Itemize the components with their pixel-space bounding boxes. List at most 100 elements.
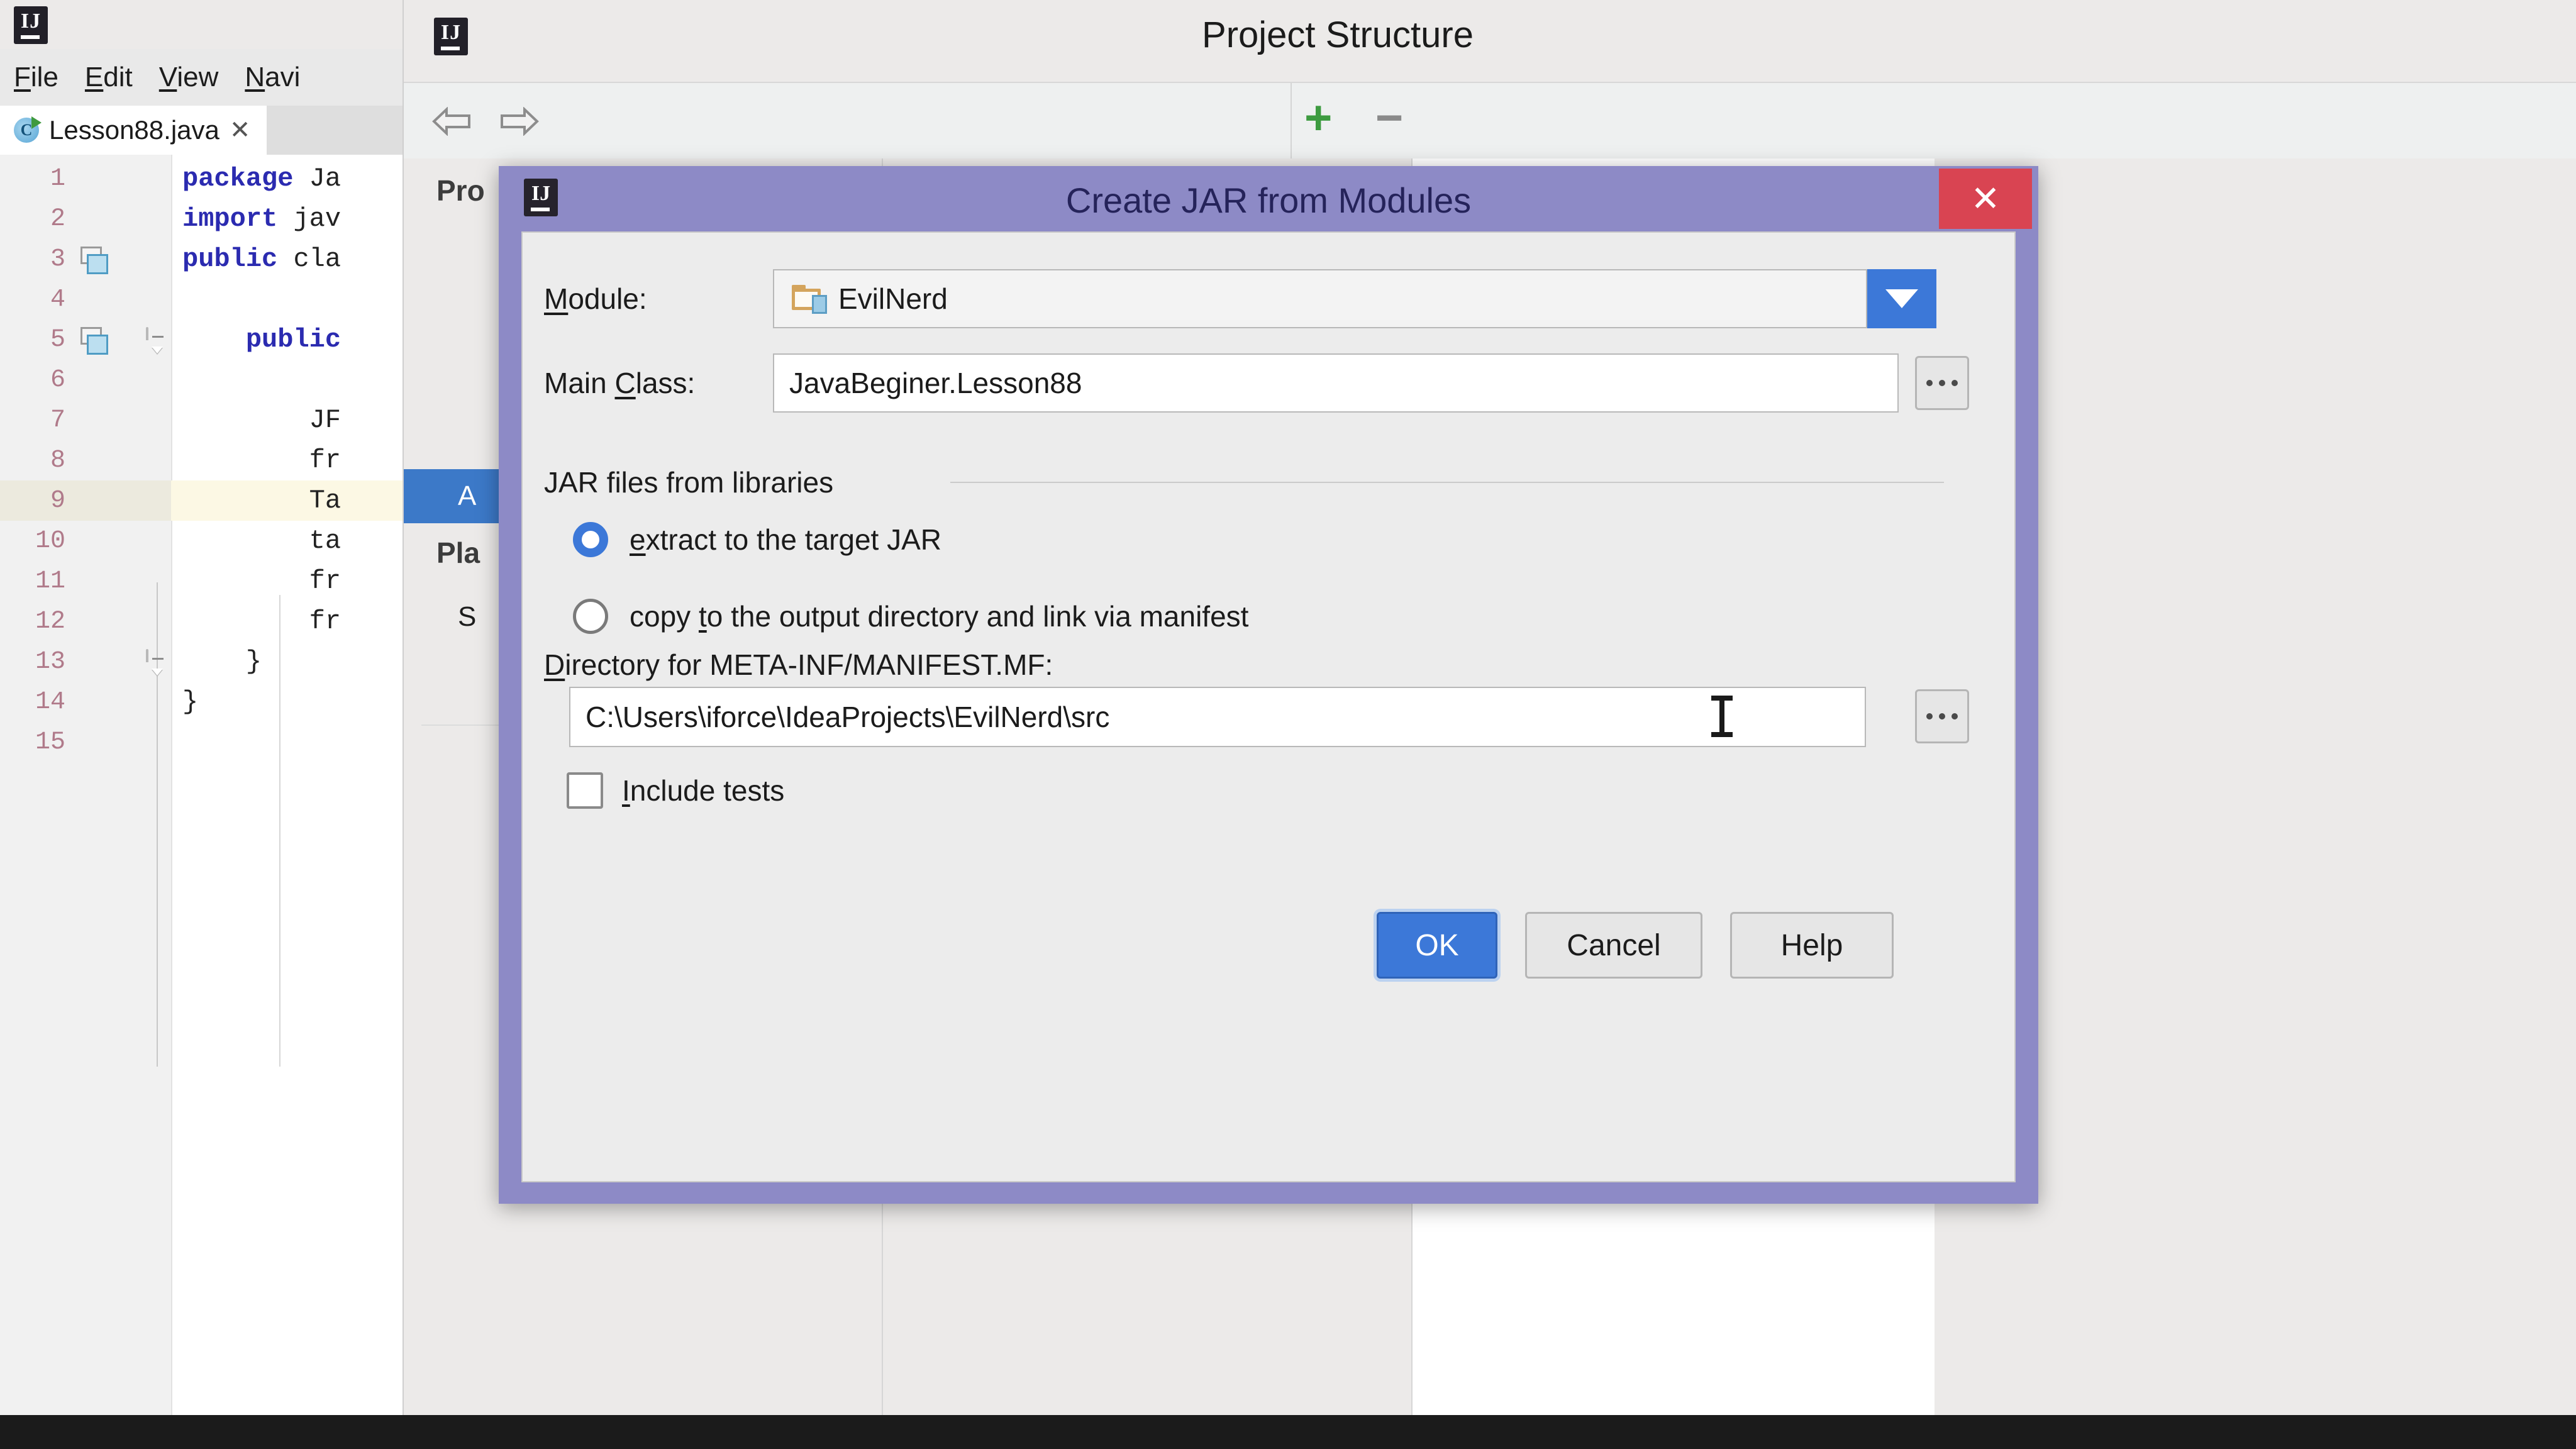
code-line: 15: [0, 722, 402, 762]
code-line: 12 fr: [0, 601, 402, 641]
ide-menu-bar: File Edit View Navi: [0, 49, 402, 106]
code-text: }: [182, 687, 198, 717]
class-marker-icon[interactable]: [80, 247, 107, 272]
include-tests-checkbox[interactable]: Include tests: [567, 772, 784, 809]
code-line: 14}: [0, 682, 402, 722]
code-line: 1 package Ja: [0, 158, 402, 199]
sidebar-group-platform-settings: Pla: [436, 536, 480, 570]
line-number: 5: [0, 319, 65, 360]
include-tests-label: Include tests: [622, 774, 784, 808]
radio-extract-to-target-jar[interactable]: extract to the target JAR: [573, 522, 941, 557]
dot: [1939, 713, 1945, 719]
code-line: 13 }: [0, 641, 402, 682]
radio-label: copy to the output directory and link vi…: [630, 599, 1248, 633]
code-line: 9 Ta: [0, 480, 402, 521]
ide-logo-bar: IJ: [0, 0, 402, 49]
add-artifact-button[interactable]: +: [1304, 94, 1332, 142]
intellij-logo-icon: IJ: [14, 6, 48, 44]
line-number: 12: [0, 601, 65, 641]
close-icon[interactable]: ✕: [230, 116, 251, 145]
dot: [1951, 713, 1958, 719]
manifest-directory-label: Directory for META-INF/MANIFEST.MF:: [544, 648, 1053, 682]
code-text: public cla: [182, 244, 341, 274]
line-number: 7: [0, 400, 65, 440]
remove-artifact-button[interactable]: −: [1375, 94, 1403, 142]
menu-item-edit[interactable]: Edit: [85, 62, 133, 93]
code-line: 5 public: [0, 319, 402, 360]
sidebar-group-project-settings: Pro: [436, 174, 485, 208]
sidebar-item-label: A: [458, 480, 476, 512]
line-number: 9: [0, 480, 65, 521]
line-number: 3: [0, 239, 65, 279]
code-line: 7 JF: [0, 400, 402, 440]
fold-collapse-icon[interactable]: [146, 650, 169, 673]
line-number: 14: [0, 682, 65, 722]
code-text: JF: [182, 405, 341, 435]
line-number: 4: [0, 279, 65, 319]
radio-copy-to-output-directory[interactable]: copy to the output directory and link vi…: [573, 599, 1248, 634]
code-line: 3 public cla: [0, 239, 402, 279]
code-text: public: [182, 325, 341, 355]
code-text: fr: [182, 445, 341, 475]
dot: [1951, 380, 1958, 386]
checkbox-indicator: [567, 772, 603, 809]
create-jar-dialog: IJ Create JAR from Modules ✕ Module: Evi…: [499, 166, 2038, 1204]
main-class-input[interactable]: JavaBeginer.Lesson88: [773, 353, 1899, 413]
ok-button[interactable]: OK: [1377, 912, 1497, 979]
line-number: 10: [0, 521, 65, 561]
screen-bottom-strip: [0, 1415, 2576, 1449]
code-text: ta: [182, 526, 341, 556]
editor-tab-bar: C Lesson88.java ✕: [0, 106, 402, 155]
project-structure-titlebar: IJ Project Structure: [404, 0, 2576, 83]
module-folder-icon: [792, 285, 824, 313]
project-structure-toolbar: [404, 83, 2576, 158]
arrow-left-icon[interactable]: [429, 107, 474, 136]
fold-collapse-icon[interactable]: [146, 328, 169, 351]
manifest-directory-input[interactable]: C:\Users\iforce\IdeaProjects\EvilNerd\sr…: [569, 687, 1866, 747]
line-number: 13: [0, 641, 65, 682]
code-text: fr: [182, 566, 341, 596]
close-icon[interactable]: ✕: [1939, 169, 2032, 229]
module-label: Module:: [544, 282, 647, 316]
menu-item-navigate[interactable]: Navi: [245, 62, 300, 93]
line-number: 1: [0, 158, 65, 199]
line-number: 15: [0, 722, 65, 762]
line-number: 6: [0, 360, 65, 400]
text-cursor-icon: [1711, 696, 1733, 737]
class-marker-icon[interactable]: [80, 327, 107, 352]
code-line: 11 fr: [0, 561, 402, 601]
dialog-title: Create JAR from Modules: [499, 180, 2038, 221]
editor-tab-label: Lesson88.java: [49, 115, 219, 145]
manifest-directory-browse-button[interactable]: [1915, 689, 1969, 743]
code-line: 6: [0, 360, 402, 400]
radio-indicator: [573, 522, 608, 557]
code-editor[interactable]: 1 package Ja 2import jav3 public cla 45 publ…: [0, 155, 402, 1415]
help-button[interactable]: Help: [1730, 912, 1894, 979]
module-value: EvilNerd: [838, 282, 948, 316]
dot: [1926, 713, 1933, 719]
group-divider: [950, 482, 1944, 483]
code-line: 2import jav: [0, 199, 402, 239]
line-number: 2: [0, 199, 65, 239]
main-class-browse-button[interactable]: [1915, 356, 1969, 410]
jar-libraries-group-title: JAR files from libraries: [544, 465, 833, 499]
dot: [1926, 380, 1933, 386]
dialog-body: Module: EvilNerd Main Class: JavaBeginer…: [521, 231, 2016, 1182]
code-text: fr: [182, 606, 341, 636]
code-text: Ta: [182, 486, 341, 516]
code-line: 10 ta: [0, 521, 402, 561]
code-text: package Ja: [182, 164, 341, 194]
code-line: 4: [0, 279, 402, 319]
sidebar-item-label: S: [458, 601, 476, 633]
menu-item-file[interactable]: File: [14, 62, 58, 93]
module-combobox[interactable]: EvilNerd: [773, 269, 1867, 328]
main-class-label: Main Class:: [544, 366, 695, 400]
dialog-titlebar[interactable]: IJ Create JAR from Modules ✕: [499, 166, 2038, 231]
editor-tab-lesson88[interactable]: C Lesson88.java ✕: [0, 106, 267, 155]
arrow-right-icon[interactable]: [497, 107, 542, 136]
menu-item-view[interactable]: View: [159, 62, 219, 93]
cancel-button[interactable]: Cancel: [1525, 912, 1702, 979]
code-text: }: [182, 647, 262, 677]
project-structure-title: Project Structure: [404, 14, 2272, 56]
module-dropdown-button[interactable]: [1867, 269, 1936, 328]
